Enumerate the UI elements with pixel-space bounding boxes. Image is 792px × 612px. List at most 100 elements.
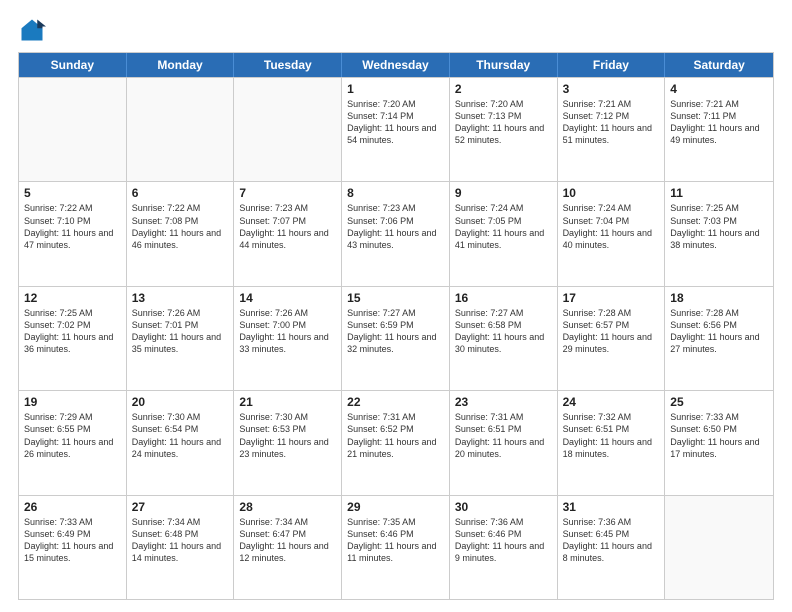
weekday-header: Saturday [665, 53, 773, 77]
day-number: 20 [132, 395, 229, 409]
calendar-cell: 20 Sunrise: 7:30 AM Sunset: 6:54 PM Dayli… [127, 391, 235, 494]
calendar-cell: 3 Sunrise: 7:21 AM Sunset: 7:12 PM Daylig… [558, 78, 666, 181]
calendar-cell: 11 Sunrise: 7:25 AM Sunset: 7:03 PM Dayli… [665, 182, 773, 285]
day-number: 24 [563, 395, 660, 409]
day-info: Sunrise: 7:31 AM Sunset: 6:52 PM Dayligh… [347, 411, 444, 460]
day-number: 21 [239, 395, 336, 409]
header [18, 16, 774, 44]
day-number: 4 [670, 82, 768, 96]
day-info: Sunrise: 7:31 AM Sunset: 6:51 PM Dayligh… [455, 411, 552, 460]
calendar-cell: 29Sunrise: 7:35 AM Sunset: 6:46 PM Dayli… [342, 496, 450, 599]
day-info: Sunrise: 7:20 AM Sunset: 7:14 PM Dayligh… [347, 98, 444, 147]
day-number: 23 [455, 395, 552, 409]
calendar-cell [234, 78, 342, 181]
day-number: 3 [563, 82, 660, 96]
calendar-row: 19Sunrise: 7:29 AM Sunset: 6:55 PM Dayli… [19, 390, 773, 494]
day-info: Sunrise: 7:26 AM Sunset: 7:01 PM Dayligh… [132, 307, 229, 356]
day-number: 12 [24, 291, 121, 305]
day-number: 5 [24, 186, 121, 200]
day-number: 29 [347, 500, 444, 514]
day-number: 1 [347, 82, 444, 96]
day-number: 26 [24, 500, 121, 514]
calendar-header: SundayMondayTuesdayWednesdayThursdayFrid… [19, 53, 773, 77]
calendar-body: 1 Sunrise: 7:20 AM Sunset: 7:14 PM Daylig… [19, 77, 773, 599]
calendar-cell: 24 Sunrise: 7:32 AM Sunset: 6:51 PM Dayli… [558, 391, 666, 494]
day-number: 28 [239, 500, 336, 514]
calendar-cell: 16 Sunrise: 7:27 AM Sunset: 6:58 PM Dayli… [450, 287, 558, 390]
weekday-header: Sunday [19, 53, 127, 77]
weekday-header: Wednesday [342, 53, 450, 77]
day-info: Sunrise: 7:27 AM Sunset: 6:59 PM Dayligh… [347, 307, 444, 356]
calendar-cell: 22 Sunrise: 7:31 AM Sunset: 6:52 PM Dayli… [342, 391, 450, 494]
day-number: 25 [670, 395, 768, 409]
day-number: 11 [670, 186, 768, 200]
calendar-cell [127, 78, 235, 181]
calendar-cell: 2 Sunrise: 7:20 AM Sunset: 7:13 PM Daylig… [450, 78, 558, 181]
day-info: Sunrise: 7:22 AM Sunset: 7:10 PM Dayligh… [24, 202, 121, 251]
day-number: 22 [347, 395, 444, 409]
weekday-header: Friday [558, 53, 666, 77]
calendar-cell: 6Sunrise: 7:22 AM Sunset: 7:08 PM Daylig… [127, 182, 235, 285]
page: SundayMondayTuesdayWednesdayThursdayFrid… [0, 0, 792, 612]
weekday-header: Monday [127, 53, 235, 77]
day-info: Sunrise: 7:36 AM Sunset: 6:45 PM Dayligh… [563, 516, 660, 565]
weekday-header: Tuesday [234, 53, 342, 77]
day-number: 30 [455, 500, 552, 514]
calendar-row: 12 Sunrise: 7:25 AM Sunset: 7:02 PM Dayli… [19, 286, 773, 390]
day-info: Sunrise: 7:33 AM Sunset: 6:50 PM Dayligh… [670, 411, 768, 460]
calendar-cell: 15 Sunrise: 7:27 AM Sunset: 6:59 PM Dayli… [342, 287, 450, 390]
day-number: 8 [347, 186, 444, 200]
day-info: Sunrise: 7:25 AM Sunset: 7:02 PM Dayligh… [24, 307, 121, 356]
weekday-header: Thursday [450, 53, 558, 77]
calendar-cell: 12 Sunrise: 7:25 AM Sunset: 7:02 PM Dayli… [19, 287, 127, 390]
logo-icon [18, 16, 46, 44]
day-number: 14 [239, 291, 336, 305]
logo [18, 16, 50, 44]
day-number: 17 [563, 291, 660, 305]
day-info: Sunrise: 7:33 AM Sunset: 6:49 PM Dayligh… [24, 516, 121, 565]
day-info: Sunrise: 7:27 AM Sunset: 6:58 PM Dayligh… [455, 307, 552, 356]
calendar-cell: 26 Sunrise: 7:33 AM Sunset: 6:49 PM Dayli… [19, 496, 127, 599]
calendar-cell [665, 496, 773, 599]
day-info: Sunrise: 7:30 AM Sunset: 6:54 PM Dayligh… [132, 411, 229, 460]
day-info: Sunrise: 7:23 AM Sunset: 7:06 PM Dayligh… [347, 202, 444, 251]
calendar-cell: 31Sunrise: 7:36 AM Sunset: 6:45 PM Dayli… [558, 496, 666, 599]
calendar-cell: 19Sunrise: 7:29 AM Sunset: 6:55 PM Dayli… [19, 391, 127, 494]
day-info: Sunrise: 7:29 AM Sunset: 6:55 PM Dayligh… [24, 411, 121, 460]
day-number: 13 [132, 291, 229, 305]
day-number: 2 [455, 82, 552, 96]
calendar-cell: 5 Sunrise: 7:22 AM Sunset: 7:10 PM Daylig… [19, 182, 127, 285]
calendar-cell: 27 Sunrise: 7:34 AM Sunset: 6:48 PM Dayli… [127, 496, 235, 599]
calendar: SundayMondayTuesdayWednesdayThursdayFrid… [18, 52, 774, 600]
day-number: 15 [347, 291, 444, 305]
day-info: Sunrise: 7:23 AM Sunset: 7:07 PM Dayligh… [239, 202, 336, 251]
calendar-cell: 18Sunrise: 7:28 AM Sunset: 6:56 PM Dayli… [665, 287, 773, 390]
day-info: Sunrise: 7:22 AM Sunset: 7:08 PM Dayligh… [132, 202, 229, 251]
day-info: Sunrise: 7:21 AM Sunset: 7:11 PM Dayligh… [670, 98, 768, 147]
calendar-cell: 8 Sunrise: 7:23 AM Sunset: 7:06 PM Daylig… [342, 182, 450, 285]
day-info: Sunrise: 7:20 AM Sunset: 7:13 PM Dayligh… [455, 98, 552, 147]
calendar-cell: 1 Sunrise: 7:20 AM Sunset: 7:14 PM Daylig… [342, 78, 450, 181]
day-number: 9 [455, 186, 552, 200]
day-info: Sunrise: 7:34 AM Sunset: 6:47 PM Dayligh… [239, 516, 336, 565]
day-number: 16 [455, 291, 552, 305]
day-number: 7 [239, 186, 336, 200]
day-info: Sunrise: 7:34 AM Sunset: 6:48 PM Dayligh… [132, 516, 229, 565]
day-info: Sunrise: 7:32 AM Sunset: 6:51 PM Dayligh… [563, 411, 660, 460]
calendar-row: 26 Sunrise: 7:33 AM Sunset: 6:49 PM Dayli… [19, 495, 773, 599]
calendar-cell: 30 Sunrise: 7:36 AM Sunset: 6:46 PM Dayli… [450, 496, 558, 599]
calendar-cell: 21Sunrise: 7:30 AM Sunset: 6:53 PM Dayli… [234, 391, 342, 494]
day-info: Sunrise: 7:24 AM Sunset: 7:05 PM Dayligh… [455, 202, 552, 251]
calendar-cell: 10Sunrise: 7:24 AM Sunset: 7:04 PM Dayli… [558, 182, 666, 285]
calendar-cell: 13 Sunrise: 7:26 AM Sunset: 7:01 PM Dayli… [127, 287, 235, 390]
day-info: Sunrise: 7:21 AM Sunset: 7:12 PM Dayligh… [563, 98, 660, 147]
day-info: Sunrise: 7:25 AM Sunset: 7:03 PM Dayligh… [670, 202, 768, 251]
calendar-cell: 28 Sunrise: 7:34 AM Sunset: 6:47 PM Dayli… [234, 496, 342, 599]
day-number: 18 [670, 291, 768, 305]
calendar-cell [19, 78, 127, 181]
day-info: Sunrise: 7:28 AM Sunset: 6:57 PM Dayligh… [563, 307, 660, 356]
calendar-cell: 14Sunrise: 7:26 AM Sunset: 7:00 PM Dayli… [234, 287, 342, 390]
calendar-cell: 25 Sunrise: 7:33 AM Sunset: 6:50 PM Dayli… [665, 391, 773, 494]
day-info: Sunrise: 7:36 AM Sunset: 6:46 PM Dayligh… [455, 516, 552, 565]
day-number: 27 [132, 500, 229, 514]
